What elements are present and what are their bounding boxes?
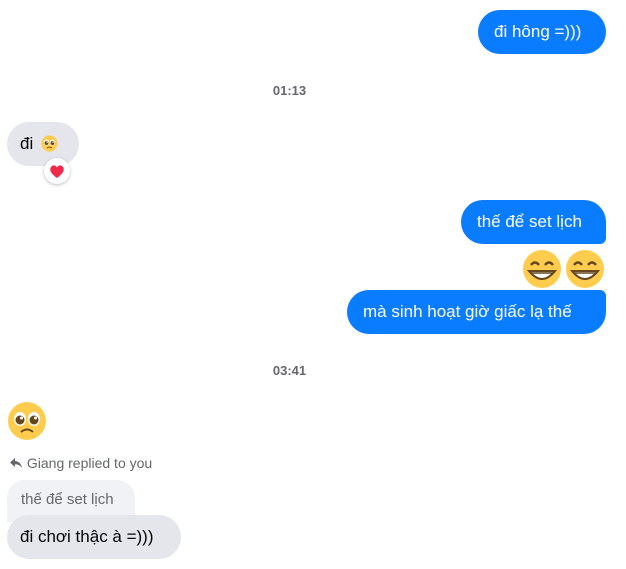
reply-header: Giang replied to you (9, 455, 152, 473)
message-incoming-2[interactable]: đi chơi thậc à =))) (7, 515, 181, 559)
timestamp: 01:13 (272, 83, 307, 98)
message-outgoing-1[interactable]: đi hông =))) (478, 10, 606, 54)
timestamp: 03:41 (272, 363, 307, 378)
message-text: đi (20, 134, 34, 153)
quoted-text: thế để set lịch (21, 491, 114, 508)
message-text: đi hông =))) (494, 22, 582, 41)
message-text: mà sinh hoạt giờ giấc lạ thế (363, 302, 572, 321)
grinning-face-icon[interactable] (565, 249, 605, 289)
message-outgoing-2[interactable]: thế để set lịch (461, 200, 606, 244)
reply-info-text: Giang replied to you (26, 455, 153, 471)
message-outgoing-3[interactable]: mà sinh hoạt giờ giấc lạ thế (347, 290, 606, 334)
message-text: đi chơi thậc à =))) (20, 527, 154, 546)
pleading-face-icon[interactable] (7, 401, 47, 441)
reply-arrow-icon (9, 456, 23, 470)
heart-reaction-icon[interactable] (44, 158, 70, 184)
grinning-face-icon[interactable] (522, 249, 562, 289)
pleading-face-icon (41, 134, 58, 152)
message-text: thế để set lịch (477, 212, 582, 231)
